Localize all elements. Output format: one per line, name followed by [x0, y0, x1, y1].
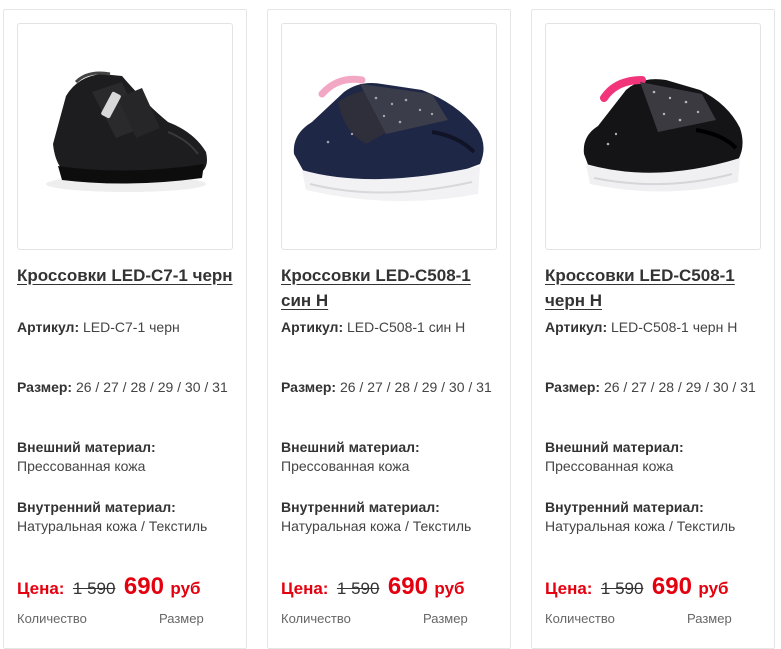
- inner-material-value: Натуральная кожа / Текстиль: [545, 518, 736, 534]
- article-value: LED-C508-1 черн Н: [611, 319, 738, 335]
- product-photo[interactable]: [545, 23, 761, 250]
- outer-material-row: Внешний материал: Прессованная кожа: [281, 438, 501, 476]
- product-card: Кроссовки LED-C508-1 син Н Артикул: LED-…: [267, 9, 511, 649]
- sneaker-photo-black-glitter: [583, 76, 743, 192]
- article-row: Артикул: LED-C508-1 син Н: [281, 318, 501, 337]
- article-label: Артикул:: [545, 319, 608, 335]
- outer-material-value: Прессованная кожа: [281, 458, 410, 474]
- old-price: 1 590: [72, 579, 116, 598]
- product-photo[interactable]: [17, 23, 233, 250]
- old-price: 1 590: [600, 579, 644, 598]
- price-label: Цена:: [17, 579, 65, 598]
- size-row: Размер: 26 / 27 / 28 / 29 / 30 / 31: [281, 378, 501, 397]
- size-value: 26 / 27 / 28 / 29 / 30 / 31: [603, 379, 756, 395]
- outer-material-label: Внешний материал:: [17, 439, 156, 455]
- product-title-link[interactable]: Кроссовки LED-C7-1 черн: [17, 263, 241, 288]
- product-title-link[interactable]: Кроссовки LED-C508-1 син Н: [281, 263, 505, 313]
- product-photo[interactable]: [281, 23, 497, 250]
- outer-material-value: Прессованная кожа: [17, 458, 146, 474]
- currency: руб: [434, 579, 465, 598]
- article-row: Артикул: LED-C7-1 черн: [17, 318, 237, 337]
- sneaker-photo-black: [46, 71, 207, 192]
- inner-material-row: Внутренний материал: Натуральная кожа / …: [17, 498, 237, 536]
- price-row: Цена: 1 590 690 руб: [281, 573, 465, 601]
- outer-material-row: Внешний материал: Прессованная кожа: [17, 438, 237, 476]
- price-row: Цена: 1 590 690 руб: [17, 573, 201, 601]
- size-row: Размер: 26 / 27 / 28 / 29 / 30 / 31: [545, 378, 765, 397]
- size-value: 26 / 27 / 28 / 29 / 30 / 31: [339, 379, 492, 395]
- size-value: 26 / 27 / 28 / 29 / 30 / 31: [75, 379, 228, 395]
- sneaker-photo-navy-glitter: [282, 24, 496, 209]
- price-label: Цена:: [281, 579, 329, 598]
- price-row: Цена: 1 590 690 руб: [545, 573, 729, 601]
- currency: руб: [170, 579, 201, 598]
- size-label: Размер:: [17, 379, 73, 395]
- new-price: 690: [123, 573, 164, 600]
- inner-material-label: Внутренний материал:: [281, 499, 440, 515]
- currency: руб: [698, 579, 729, 598]
- inner-material-row: Внутренний материал: Натуральная кожа / …: [545, 498, 765, 536]
- outer-material-label: Внешний материал:: [545, 439, 684, 455]
- inner-material-label: Внутренний материал:: [17, 499, 176, 515]
- inner-material-value: Натуральная кожа / Текстиль: [281, 518, 472, 534]
- outer-material-label: Внешний материал:: [281, 439, 420, 455]
- old-price: 1 590: [336, 579, 380, 598]
- inner-material-value: Натуральная кожа / Текстиль: [17, 518, 208, 534]
- article-label: Артикул:: [17, 319, 80, 335]
- inner-material-label: Внутренний материал:: [545, 499, 704, 515]
- article-value: LED-C508-1 син Н: [347, 319, 466, 335]
- article-label: Артикул:: [281, 319, 344, 335]
- inner-material-row: Внутренний материал: Натуральная кожа / …: [281, 498, 501, 536]
- product-card: Кроссовки LED-C508-1 черн Н Артикул: LED…: [531, 9, 775, 649]
- product-title-link[interactable]: Кроссовки LED-C508-1 черн Н: [545, 263, 769, 313]
- size-label: Размер:: [545, 379, 601, 395]
- new-price: 690: [387, 573, 428, 600]
- new-price: 690: [651, 573, 692, 600]
- price-label: Цена:: [545, 579, 593, 598]
- outer-material-row: Внешний материал: Прессованная кожа: [545, 438, 765, 476]
- size-row: Размер: 26 / 27 / 28 / 29 / 30 / 31: [17, 378, 237, 397]
- article-row: Артикул: LED-C508-1 черн Н: [545, 318, 765, 337]
- size-label: Размер:: [281, 379, 337, 395]
- product-card: Кроссовки LED-C7-1 черн Артикул: LED-C7-…: [3, 9, 247, 649]
- outer-material-value: Прессованная кожа: [545, 458, 674, 474]
- article-value: LED-C7-1 черн: [83, 319, 180, 335]
